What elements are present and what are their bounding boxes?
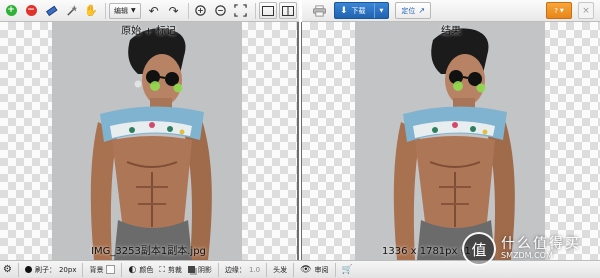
zoom-in-icon: [195, 5, 206, 16]
hand-tool-button[interactable]: ✋: [82, 2, 100, 19]
original-canvas[interactable]: 原始 + 标记 IMG_3253副本1副本.jpg: [0, 22, 299, 260]
add-marker-button[interactable]: +: [2, 2, 20, 19]
edit-dropdown-label: 编辑: [114, 6, 128, 15]
chevron-down-icon: ▼: [559, 7, 564, 14]
remove-marker-button[interactable]: −: [22, 2, 40, 19]
close-icon: ×: [582, 5, 590, 16]
undo-button[interactable]: ↶: [145, 2, 163, 19]
toolbar-divider: [293, 262, 295, 277]
brush-size-value: 20px: [58, 265, 77, 274]
edit-dropdown[interactable]: 编辑 ▼: [109, 2, 141, 19]
magic-wand-button[interactable]: [62, 2, 80, 19]
magic-wand-icon: [66, 4, 77, 16]
fit-screen-button[interactable]: [232, 2, 250, 19]
watermark-main-text: 什么值得买: [501, 235, 581, 252]
brush-size-control[interactable]: 刷子： 20px: [24, 265, 77, 275]
settings-button[interactable]: ⚙: [3, 264, 12, 275]
original-file-name: IMG_3253副本1副本.jpg: [91, 246, 206, 257]
gear-icon: ⚙: [3, 264, 12, 275]
print-icon: [312, 4, 326, 17]
toolbar-divider: [82, 262, 84, 277]
result-canvas[interactable]: 结果 1336 x 1781px (1: [301, 22, 600, 260]
split-view-button[interactable]: [278, 2, 297, 19]
edge-value: 1.0: [248, 265, 261, 274]
watermark-seal-char: 值: [471, 240, 487, 259]
brush-dot-icon: [24, 266, 32, 273]
background-label: 背景: [89, 265, 104, 274]
help-label: ?: [554, 6, 558, 15]
edge-label: 边缘：: [224, 265, 246, 274]
single-view-button[interactable]: [258, 2, 277, 19]
help-button[interactable]: ? ▼: [546, 2, 572, 19]
hair-label: 头发: [273, 265, 288, 274]
chevron-down-icon: ▼: [131, 7, 136, 14]
brush-label: 刷子：: [34, 265, 56, 274]
person-photo-image: [52, 22, 242, 260]
close-button[interactable]: ×: [578, 2, 594, 19]
toolbar-divider: [254, 2, 256, 19]
fit-screen-icon: [234, 4, 247, 17]
download-menu-toggle[interactable]: ▼: [373, 3, 389, 18]
split-view-icon: [281, 5, 294, 16]
contrast-icon: ◐: [128, 264, 137, 275]
toolbar-divider: [187, 2, 189, 19]
download-icon: ⬇: [340, 5, 348, 16]
color-button[interactable]: ◐ 颜色: [128, 265, 153, 275]
eraser-button[interactable]: [42, 2, 60, 19]
download-label: 下载: [351, 6, 366, 15]
toolbar-divider: [105, 2, 106, 19]
add-icon: +: [5, 5, 17, 16]
watermark-domain-text: SMZDM.COM: [501, 251, 553, 261]
left-toolbar: + − ✋ 编辑 ▼ ↶ ↷: [0, 0, 299, 22]
toolbar-divider: [266, 262, 268, 277]
eye-icon: 👁: [300, 264, 312, 275]
edge-control[interactable]: 边缘： 1.0: [225, 265, 260, 275]
shadow-button[interactable]: 阴影: [187, 265, 212, 275]
eraser-icon: [45, 5, 58, 17]
review-button[interactable]: 👁 审阅: [300, 265, 328, 275]
hand-icon: ✋: [84, 4, 98, 17]
shadow-icon: [187, 266, 195, 273]
print-button[interactable]: [310, 2, 328, 19]
undo-icon: ↶: [148, 3, 159, 18]
watermark-seal-logo: 值: [462, 232, 496, 266]
original-canvas-title: 原始 + 标记: [121, 26, 176, 37]
remove-icon: −: [25, 5, 37, 16]
cart-button[interactable]: 🛒: [342, 265, 353, 275]
review-label: 审阅: [314, 265, 329, 274]
background-button[interactable]: 背景: [89, 265, 116, 275]
crop-button[interactable]: ⛶ 剪裁: [159, 265, 182, 275]
zoom-out-icon: [215, 5, 226, 16]
crop-label: 剪裁: [167, 265, 182, 274]
site-watermark: 值 什么值得买 SMZDM.COM: [462, 232, 581, 266]
toolbar-divider: [121, 262, 123, 277]
original-photo: [52, 22, 242, 260]
toolbar-divider: [17, 262, 19, 277]
crop-icon: ⛶: [159, 264, 165, 274]
download-button[interactable]: ⬇ 下载 ▼: [334, 2, 390, 19]
zoom-out-button[interactable]: [212, 2, 230, 19]
single-view-icon: [261, 5, 274, 16]
redo-icon: ↷: [168, 3, 179, 18]
zoom-in-button[interactable]: [192, 2, 210, 19]
toolbar-divider: [334, 262, 336, 277]
external-link-icon: ↗: [418, 6, 426, 15]
cart-icon: 🛒: [341, 264, 353, 275]
color-label: 颜色: [139, 265, 154, 274]
redo-button[interactable]: ↷: [165, 2, 183, 19]
background-swatch-icon: [106, 265, 116, 274]
person-photo-image: [355, 22, 545, 260]
chevron-down-icon: ▼: [379, 7, 384, 14]
result-photo: [355, 22, 545, 260]
locate-button[interactable]: 定位 ↗: [395, 2, 432, 19]
hair-button[interactable]: 头发: [273, 265, 287, 275]
shadow-label: 阴影: [197, 265, 212, 274]
locate-label: 定位: [401, 6, 416, 15]
result-canvas-title: 结果: [441, 26, 461, 37]
toolbar-divider: [217, 262, 219, 277]
